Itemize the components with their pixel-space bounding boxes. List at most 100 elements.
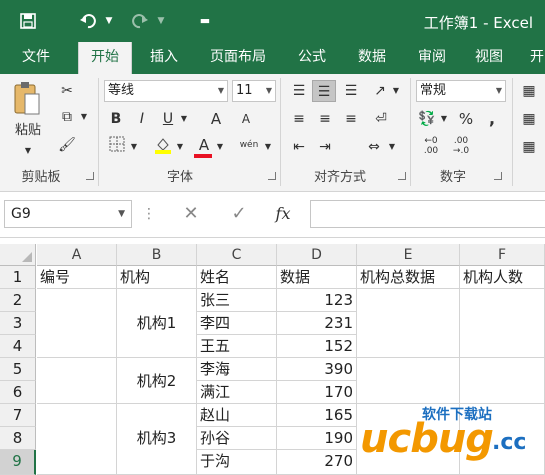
cell-e1[interactable]: 机构总数据 [357, 266, 460, 289]
paste-icon[interactable] [10, 80, 44, 120]
paste-dropdown-icon[interactable]: ▼ [18, 140, 38, 162]
bold-button[interactable]: B [106, 108, 126, 130]
cell-d5[interactable]: 390 [277, 358, 357, 381]
row-header-7[interactable]: 7 [0, 404, 36, 427]
name-box[interactable]: G9 ▼ [4, 200, 132, 228]
cell-c8[interactable]: 孙谷 [197, 427, 277, 450]
tab-view[interactable]: 视图 [464, 42, 514, 74]
align-top-icon[interactable]: ☰ [288, 80, 310, 102]
tab-review[interactable]: 审阅 [406, 42, 458, 74]
decrease-indent-icon[interactable]: ⇤ [288, 136, 310, 158]
tab-more[interactable]: 开 [522, 42, 545, 74]
redo-dropdown-icon[interactable]: ▼ [154, 8, 168, 34]
customize-icon[interactable]: ▬ [196, 8, 214, 34]
row-header-5[interactable]: 5 [0, 358, 36, 381]
cell-a5-a6[interactable] [37, 358, 117, 404]
formula-input[interactable] [310, 200, 545, 228]
tab-page-layout[interactable]: 页面布局 [198, 42, 278, 74]
paste-button-label[interactable]: 粘贴 [8, 120, 48, 142]
copy-dropdown-icon[interactable]: ▼ [78, 106, 90, 128]
align-left-icon[interactable]: ≡ [288, 108, 310, 130]
cell-b1[interactable]: 机构 [117, 266, 197, 289]
cell-d8[interactable]: 190 [277, 427, 357, 450]
tab-file[interactable]: 文件 [8, 42, 64, 74]
insert-function-button[interactable]: fx [268, 200, 298, 228]
row-header-4[interactable]: 4 [0, 335, 36, 358]
font-color-dropdown-icon[interactable]: ▼ [214, 136, 226, 158]
decrease-font-button[interactable]: A [236, 108, 256, 130]
formula-bar-grip-icon[interactable]: ⋮ [140, 200, 158, 228]
font-color-button[interactable]: A [194, 134, 214, 156]
cell-c6[interactable]: 满江 [197, 381, 277, 404]
redo-icon[interactable] [128, 8, 152, 34]
cell-e5-e6[interactable] [357, 358, 460, 404]
row-header-6[interactable]: 6 [0, 381, 36, 404]
wrap-text-icon[interactable]: ⏎ [370, 108, 392, 130]
copy-icon[interactable]: ⧉ [56, 106, 78, 128]
cell-c5[interactable]: 李海 [197, 358, 277, 381]
cell-c7[interactable]: 赵山 [197, 404, 277, 427]
accounting-format-icon[interactable]: 💱 [416, 108, 438, 130]
cell-b5-b6[interactable]: 机构2 [117, 358, 197, 404]
underline-dropdown-icon[interactable]: ▼ [178, 108, 190, 130]
cell-d3[interactable]: 231 [277, 312, 357, 335]
select-all-button[interactable] [0, 244, 36, 266]
row-header-3[interactable]: 3 [0, 312, 36, 335]
fill-color-dropdown-icon[interactable]: ▼ [174, 136, 186, 158]
row-header-2[interactable]: 2 [0, 289, 36, 312]
cut-icon[interactable]: ✂ [56, 80, 78, 102]
conditional-format-icon[interactable]: ▦ [518, 80, 540, 102]
comma-button[interactable]: , [482, 108, 502, 130]
save-icon[interactable] [16, 8, 40, 34]
column-header-e[interactable]: E [357, 244, 460, 266]
alignment-launcher-icon[interactable] [398, 172, 406, 180]
column-header-b[interactable]: B [117, 244, 197, 266]
underline-button[interactable]: U [158, 108, 178, 130]
number-launcher-icon[interactable] [494, 172, 502, 180]
format-table-icon[interactable]: ▦ [518, 108, 540, 130]
column-header-d[interactable]: D [277, 244, 357, 266]
format-painter-icon[interactable]: 🖌 [56, 134, 78, 156]
cell-d9[interactable]: 270 [277, 450, 357, 475]
column-header-f[interactable]: F [460, 244, 545, 266]
cell-f2-f4[interactable] [460, 289, 545, 358]
cell-c4[interactable]: 王五 [197, 335, 277, 358]
merge-dropdown-icon[interactable]: ▼ [386, 136, 398, 158]
cell-f5-f6[interactable] [460, 358, 545, 404]
cell-e2-e4[interactable] [357, 289, 460, 358]
align-center-icon[interactable]: ≡ [314, 108, 336, 130]
cell-d7[interactable]: 165 [277, 404, 357, 427]
cell-styles-icon[interactable]: ▦ [518, 136, 540, 158]
borders-icon[interactable] [106, 136, 128, 158]
phonetic-button[interactable]: wén [238, 134, 260, 156]
undo-dropdown-icon[interactable]: ▼ [102, 8, 116, 34]
tab-insert[interactable]: 插入 [138, 42, 190, 74]
cell-d6[interactable]: 170 [277, 381, 357, 404]
cell-a7-a9[interactable] [37, 404, 117, 475]
percent-button[interactable]: % [456, 108, 476, 130]
merge-center-icon[interactable]: ⇔ [362, 136, 386, 158]
tab-formulas[interactable]: 公式 [286, 42, 338, 74]
row-header-9[interactable]: 9 [0, 450, 36, 475]
increase-indent-icon[interactable]: ⇥ [314, 136, 336, 158]
cell-a1[interactable]: 编号 [37, 266, 117, 289]
cell-c3[interactable]: 李四 [197, 312, 277, 335]
cell-c2[interactable]: 张三 [197, 289, 277, 312]
orientation-dropdown-icon[interactable]: ▼ [390, 80, 402, 102]
increase-decimal-icon[interactable]: ←0.00 [418, 136, 444, 158]
cell-d1[interactable]: 数据 [277, 266, 357, 289]
cell-b2-b4[interactable]: 机构1 [117, 289, 197, 358]
cell-a2-a4[interactable] [37, 289, 117, 358]
row-header-8[interactable]: 8 [0, 427, 36, 450]
align-right-icon[interactable]: ≡ [340, 108, 362, 130]
fill-color-icon[interactable] [152, 136, 174, 158]
cell-b7-b9[interactable]: 机构3 [117, 404, 197, 475]
row-header-1[interactable]: 1 [0, 266, 36, 289]
font-size-select[interactable]: 11 ▼ [232, 80, 276, 102]
accounting-dropdown-icon[interactable]: ▼ [438, 108, 450, 130]
orientation-icon[interactable]: ↗ [370, 80, 390, 102]
clipboard-launcher-icon[interactable] [86, 172, 94, 180]
tab-data[interactable]: 数据 [346, 42, 398, 74]
cell-c9[interactable]: 于沟 [197, 450, 277, 475]
tab-home[interactable]: 开始 [78, 42, 132, 74]
